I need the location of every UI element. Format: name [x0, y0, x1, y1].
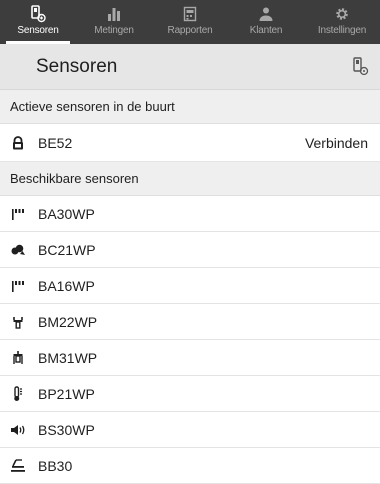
- probe-icon: [10, 314, 26, 330]
- sensor-name: BM22WP: [38, 313, 98, 330]
- tab-label: Metingen: [94, 25, 134, 36]
- bars-sensor-icon: [10, 278, 26, 294]
- report-icon: [181, 5, 199, 23]
- sensor-name: BS30WP: [38, 421, 95, 438]
- sensor-name: BC21WP: [38, 241, 96, 258]
- tab-metingen[interactable]: Metingen: [76, 0, 152, 44]
- sensor-settings-icon[interactable]: [352, 57, 370, 77]
- sensor-name: BM31WP: [38, 349, 98, 366]
- tab-rapporten[interactable]: Rapporten: [152, 0, 228, 44]
- bars-sensor-icon: [10, 206, 26, 222]
- section-header-active: Actieve sensoren in de buurt: [0, 90, 380, 124]
- lock-icon: [10, 135, 26, 151]
- sensor-row[interactable]: BB30: [0, 448, 380, 484]
- sensor-row[interactable]: BM22WP: [0, 304, 380, 340]
- probe-pin-icon: [10, 350, 26, 366]
- sensor-row[interactable]: BP21WP: [0, 376, 380, 412]
- sensor-name: BE52: [38, 134, 73, 151]
- tab-bar: Sensoren Metingen Rapporten Klanten Inst…: [0, 0, 380, 44]
- section-label: Beschikbare sensoren: [10, 171, 139, 186]
- level-icon: [10, 458, 26, 474]
- sensor-row[interactable]: BA30WP: [0, 196, 380, 232]
- tab-klanten[interactable]: Klanten: [228, 0, 304, 44]
- tab-label: Instellingen: [317, 25, 367, 36]
- sensor-row[interactable]: BM31WP: [0, 340, 380, 376]
- tab-label: Rapporten: [167, 25, 213, 36]
- tab-instellingen[interactable]: Instellingen: [304, 0, 380, 44]
- cloud-icon: [10, 242, 26, 258]
- section-header-available: Beschikbare sensoren: [0, 162, 380, 196]
- tab-sensoren[interactable]: Sensoren: [0, 0, 76, 44]
- gear-icon: [333, 5, 351, 23]
- sensor-row[interactable]: BC21WP: [0, 232, 380, 268]
- connect-button[interactable]: Verbinden: [305, 135, 368, 151]
- sensor-name: BA30WP: [38, 205, 95, 222]
- bar-chart-icon: [105, 5, 123, 23]
- sensor-row[interactable]: BA16WP: [0, 268, 380, 304]
- sensor-device-icon: [29, 5, 47, 23]
- page-header: Sensoren: [0, 44, 380, 90]
- sensor-name: BA16WP: [38, 277, 95, 294]
- section-label: Actieve sensoren in de buurt: [10, 99, 175, 114]
- sensor-row[interactable]: BS30WP: [0, 412, 380, 448]
- active-sensor-row[interactable]: BE52 Verbinden: [0, 124, 380, 162]
- speaker-icon: [10, 422, 26, 438]
- tab-label: Klanten: [249, 25, 283, 36]
- sensor-name: BB30: [38, 457, 73, 474]
- sensor-name: BP21WP: [38, 385, 95, 402]
- users-icon: [257, 5, 275, 23]
- page-title: Sensoren: [36, 55, 118, 77]
- thermometer-icon: [10, 385, 26, 402]
- tab-label: Sensoren: [17, 25, 59, 36]
